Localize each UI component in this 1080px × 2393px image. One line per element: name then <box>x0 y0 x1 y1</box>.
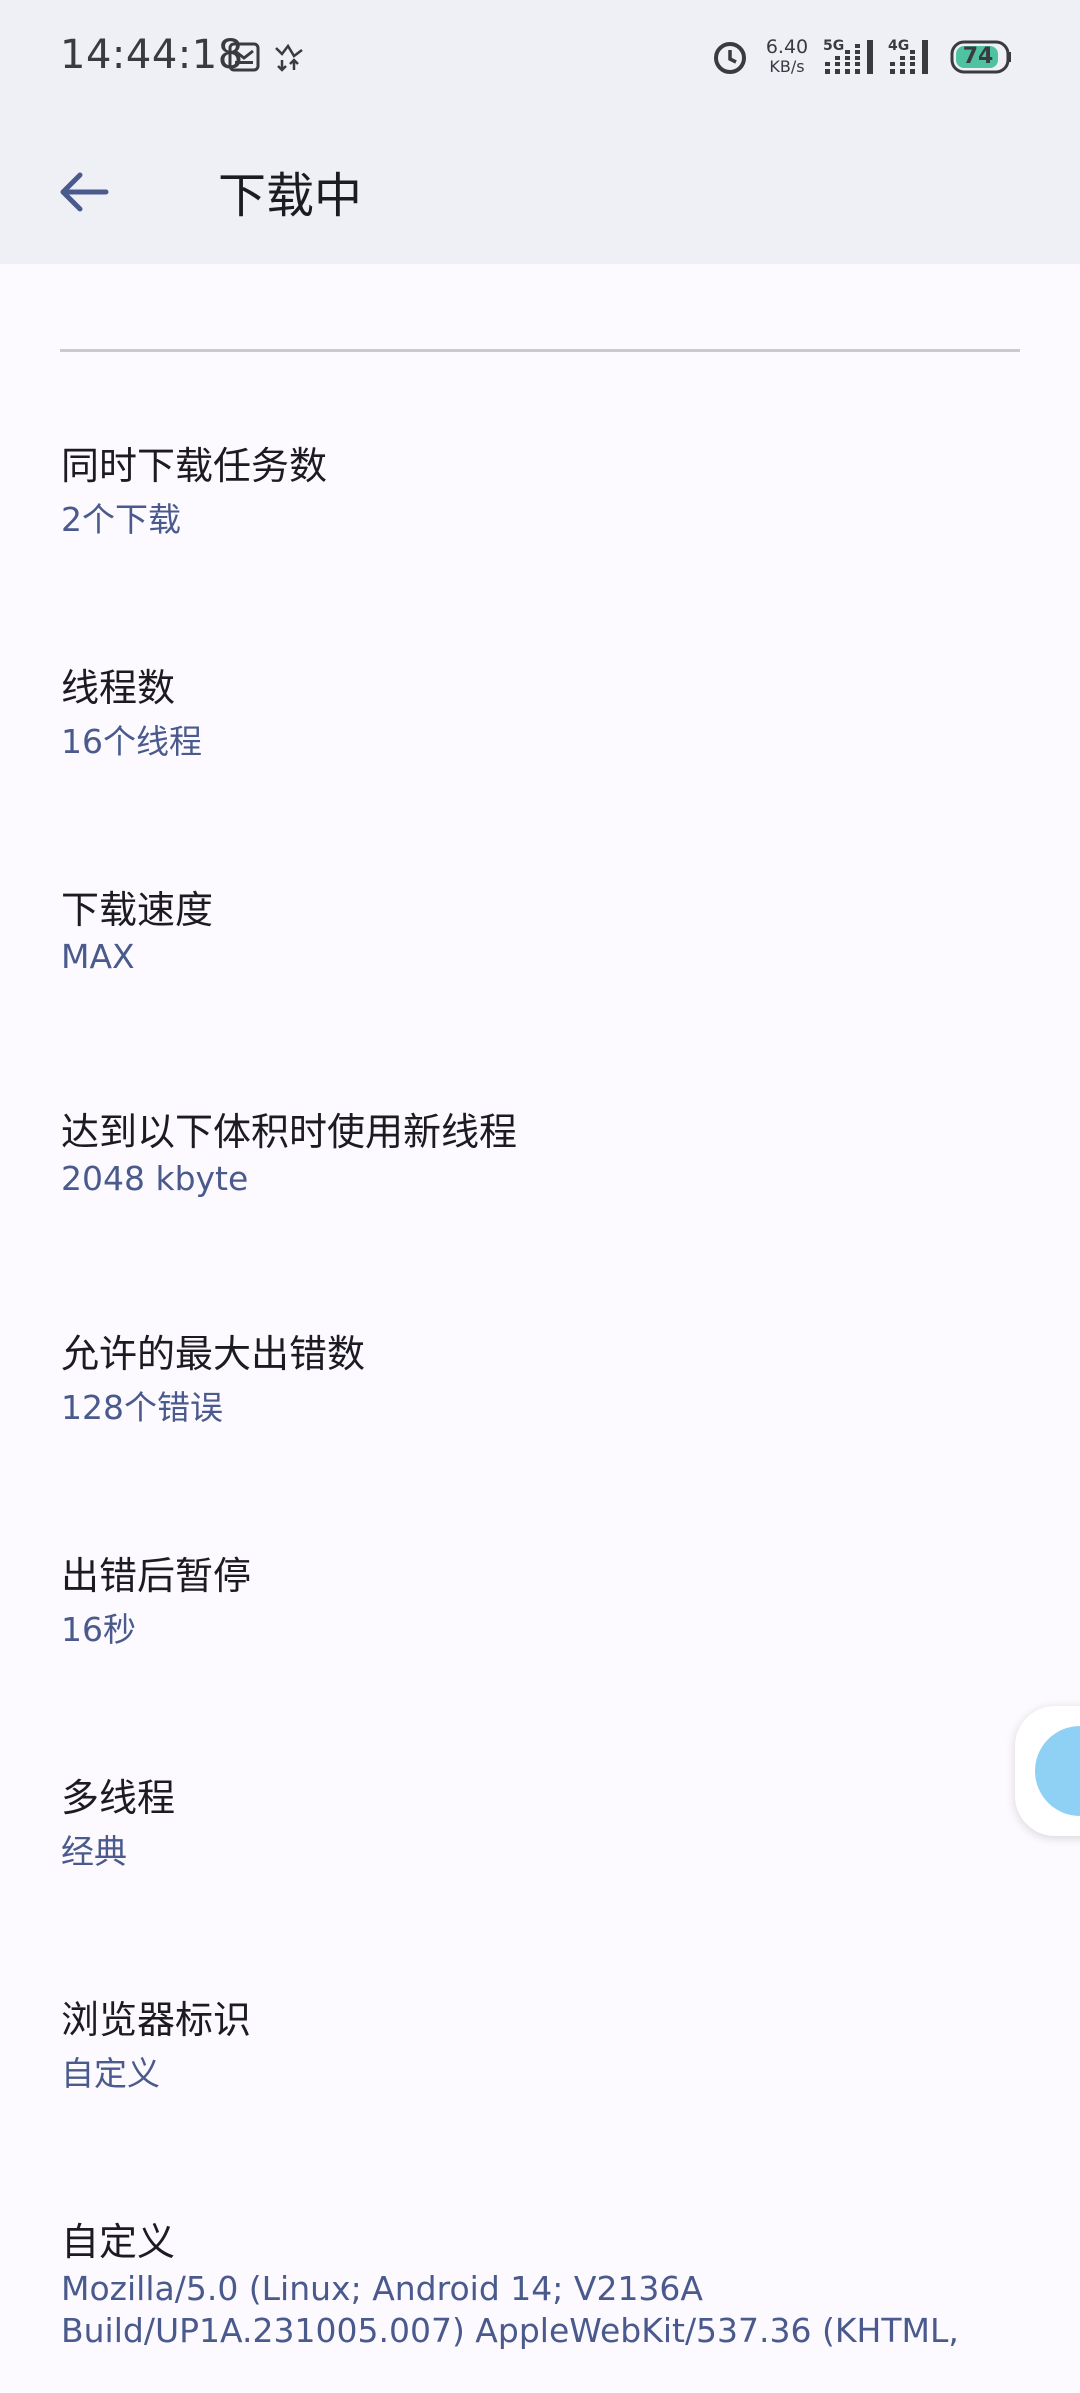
setting-pause-on-error[interactable]: 出错后暂停 16秒 <box>0 1505 1080 1727</box>
setting-concurrent-downloads[interactable]: 同时下载任务数 2个下载 <box>0 395 1080 617</box>
sim2-label: 4G <box>888 38 910 54</box>
signal-5g-icon: 5G <box>823 38 879 76</box>
sim1-label: 5G <box>823 38 845 54</box>
setting-title: 多线程 <box>61 1776 176 1820</box>
setting-title: 下载速度 <box>61 888 214 932</box>
battery-icon: 74 <box>950 40 1012 78</box>
setting-user-agent[interactable]: 浏览器标识 自定义 <box>0 1949 1080 2171</box>
setting-summary: 16个线程 <box>61 722 202 761</box>
battery-level: 74 <box>962 44 994 69</box>
data-transfer-icon <box>272 42 306 76</box>
alarm-icon <box>712 40 748 80</box>
settings-list: 同时下载任务数 2个下载 线程数 16个线程 下载速度 MAX 达到以下体积时使… <box>0 395 1080 2393</box>
setting-title: 允许的最大出错数 <box>61 1332 366 1376</box>
setting-custom-user-agent[interactable]: 自定义 Mozilla/5.0 (Linux; Android 14; V213… <box>0 2171 1080 2393</box>
floating-assistant-bubble[interactable] <box>1015 1706 1080 1836</box>
setting-title: 出错后暂停 <box>61 1554 252 1598</box>
page-title: 下载中 <box>218 168 363 224</box>
status-bar: 14:44:18 6.40 KB/s 5G 4G 74 <box>0 0 1080 118</box>
setting-summary: Mozilla/5.0 (Linux; Android 14; V2136A B… <box>61 2269 959 2350</box>
net-speed: 6.40 KB/s <box>762 36 812 77</box>
setting-title: 同时下载任务数 <box>61 444 328 488</box>
back-button[interactable] <box>40 150 128 238</box>
setting-summary: MAX <box>61 937 135 976</box>
setting-thread-count[interactable]: 线程数 16个线程 <box>0 617 1080 839</box>
setting-title: 自定义 <box>61 2220 176 2264</box>
setting-download-speed[interactable]: 下载速度 MAX <box>0 839 1080 1061</box>
setting-title: 线程数 <box>61 666 176 710</box>
divider <box>60 349 1020 352</box>
setting-summary: 自定义 <box>61 2054 160 2093</box>
arrow-left-icon <box>58 170 110 218</box>
setting-summary: 128个错误 <box>61 1388 223 1427</box>
status-time: 14:44:18 <box>60 32 244 78</box>
setting-summary: 2048 kbyte <box>61 1159 249 1198</box>
mail-icon <box>228 42 260 76</box>
setting-multithread-mode[interactable]: 多线程 经典 <box>0 1727 1080 1949</box>
net-speed-value: 6.40 <box>765 36 809 58</box>
net-speed-unit: KB/s <box>769 57 805 76</box>
setting-summary: 16秒 <box>61 1610 136 1649</box>
setting-title: 浏览器标识 <box>61 1998 252 2042</box>
setting-title: 达到以下体积时使用新线程 <box>61 1110 518 1154</box>
signal-4g-icon: 4G <box>888 38 940 76</box>
setting-new-thread-size[interactable]: 达到以下体积时使用新线程 2048 kbyte <box>0 1061 1080 1283</box>
setting-summary: 经典 <box>61 1832 127 1871</box>
app-bar: 下载中 <box>0 118 1080 264</box>
setting-max-errors[interactable]: 允许的最大出错数 128个错误 <box>0 1283 1080 1505</box>
setting-summary: 2个下载 <box>61 500 181 539</box>
chat-bubble-icon <box>1035 1726 1080 1816</box>
